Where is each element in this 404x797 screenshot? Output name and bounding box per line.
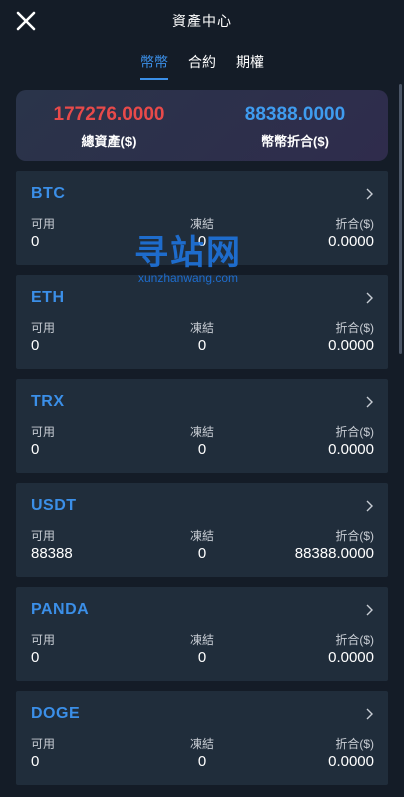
coin-card-eth[interactable]: ETH 可用 凍結 折合($) 0 0 0.0000 [16,275,388,369]
coin-list: BTC 可用 凍結 折合($) 0 0 0.0000 ETH 可用 凍結 折合(… [16,171,388,795]
coin-name: USDT [31,497,77,514]
coin-card-usdt[interactable]: USDT 可用 凍結 折合($) 88388 0 88388.0000 [16,483,388,577]
coin-name: TRX [31,393,65,410]
converted-value: 88388.0000 [294,545,374,562]
coin-card-trx[interactable]: TRX 可用 凍結 折合($) 0 0 0.0000 [16,379,388,473]
frozen-label: 凍結 [189,321,214,335]
top-bar: 資產中心 [0,0,404,40]
coin-card-doge[interactable]: DOGE 可用 凍結 折合($) 0 0 0.0000 [16,691,388,785]
coin-name: DOGE [31,705,81,722]
coin-card-btc[interactable]: BTC 可用 凍結 折合($) 0 0 0.0000 [16,171,388,265]
chevron-right-icon [366,396,373,408]
converted-label: 折合($) [335,321,374,335]
spot-converted-value: 88388.0000 [244,104,346,125]
converted-value: 0.0000 [328,441,374,458]
tab-spot[interactable]: 幣幣 [140,52,168,80]
chevron-right-icon [366,500,373,512]
converted-value: 0.0000 [328,233,374,250]
converted-value: 0.0000 [328,337,374,354]
coin-card-panda[interactable]: PANDA 可用 凍結 折合($) 0 0 0.0000 [16,587,388,681]
total-assets-value: 177276.0000 [53,104,165,125]
converted-label: 折合($) [335,529,374,543]
scrollbar[interactable] [399,84,402,354]
asset-tabs: 幣幣 合約 期權 [0,52,404,80]
spot-converted: 88388.0000 幣幣折合($) [202,90,388,161]
frozen-label: 凍結 [189,737,214,751]
coin-name: PANDA [31,601,90,618]
spot-converted-label: 幣幣折合($) [261,134,329,149]
total-assets: 177276.0000 總資產($) [16,90,202,161]
frozen-label: 凍結 [189,425,214,439]
frozen-label: 凍結 [189,217,214,231]
converted-label: 折合($) [335,633,374,647]
tab-contract[interactable]: 合約 [188,52,216,80]
chevron-right-icon [366,604,373,616]
converted-value: 0.0000 [328,753,374,770]
coin-name: BTC [31,185,66,202]
asset-summary-card: 177276.0000 總資產($) 88388.0000 幣幣折合($) [16,90,388,161]
converted-label: 折合($) [335,217,374,231]
frozen-label: 凍結 [189,633,214,647]
converted-label: 折合($) [335,425,374,439]
page-title: 資產中心 [172,13,232,29]
converted-label: 折合($) [335,737,374,751]
tab-options[interactable]: 期權 [236,52,264,80]
chevron-right-icon [366,292,373,304]
frozen-label: 凍結 [189,529,214,543]
coin-name: ETH [31,289,65,306]
converted-value: 0.0000 [328,649,374,666]
chevron-right-icon [366,188,373,200]
chevron-right-icon [366,708,373,720]
total-assets-label: 總資產($) [81,134,137,149]
